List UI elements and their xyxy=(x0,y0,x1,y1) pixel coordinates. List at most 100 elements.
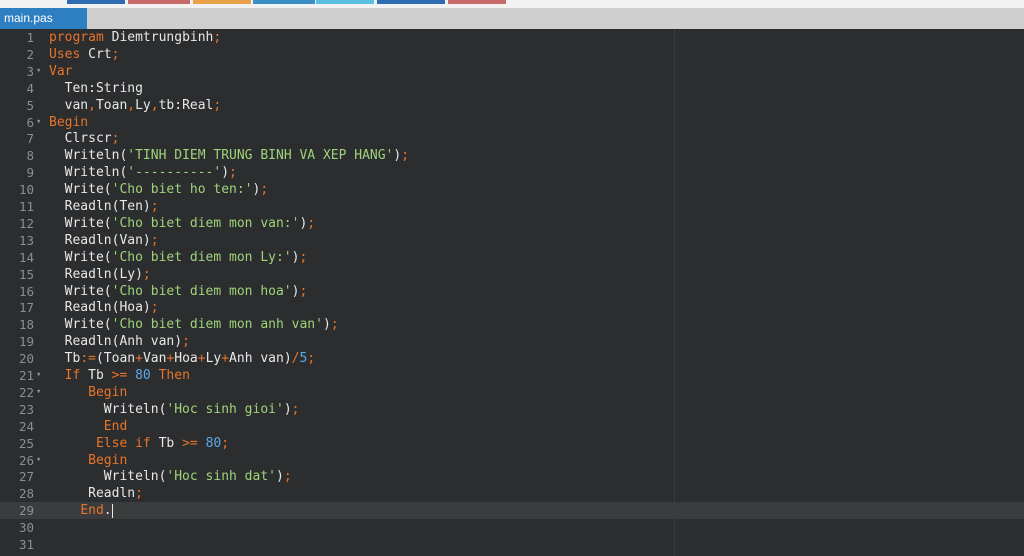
code-token: Begin xyxy=(88,384,128,400)
code-text: Writeln('Hoc sinh gioi'); xyxy=(49,401,300,418)
code-token: := xyxy=(80,351,96,367)
code-line[interactable]: 12 Write('Cho biet diem mon van:'); xyxy=(0,215,1024,232)
code-token: ; xyxy=(401,148,410,164)
code-line[interactable]: 10 Write('Cho biet ho ten:'); xyxy=(0,181,1024,198)
code-line[interactable]: 9 Writeln('----------'); xyxy=(0,164,1024,181)
line-number: 5 xyxy=(26,97,34,113)
code-line[interactable]: 20 Tb:=(Toan+Van+Hoa+Ly+Anh van)/5; xyxy=(0,350,1024,367)
code-line[interactable]: 31 xyxy=(0,536,1024,553)
code-token: Ly xyxy=(135,97,151,113)
code-line[interactable]: 30 xyxy=(0,519,1024,536)
code-token: Tb xyxy=(150,435,183,451)
line-number: 26 xyxy=(18,452,34,468)
code-line[interactable]: 28 Readln; xyxy=(0,485,1024,502)
code-token: 80 xyxy=(135,368,151,383)
code-line[interactable]: 15 Readln(Ly); xyxy=(0,266,1024,283)
code-line[interactable]: 3 ▾ Var xyxy=(0,63,1024,80)
code-token: program xyxy=(49,30,104,45)
code-line[interactable]: 8 Writeln('TINH DIEM TRUNG BINH VA XEP H… xyxy=(0,147,1024,164)
tab-main-pas[interactable]: main.pas xyxy=(0,8,87,29)
code-line[interactable]: 24 End xyxy=(0,418,1024,435)
code-token: Readln(Van) xyxy=(49,232,151,248)
code-line[interactable]: 25 Else if Tb >= 80; xyxy=(0,435,1024,452)
code-token: Diemtrungbinh xyxy=(103,30,214,45)
top-strip-segment xyxy=(253,0,315,4)
code-line[interactable]: 5 van,Toan,Ly,tb:Real; xyxy=(0,97,1024,114)
code-token: Writeln( xyxy=(49,469,167,485)
code-token: ; xyxy=(330,317,339,333)
code-token: 'Hoc sinh gioi' xyxy=(166,401,284,417)
code-token: Write( xyxy=(49,317,112,333)
code-line[interactable]: 1 program Diemtrungbinh; xyxy=(0,29,1024,46)
code-token: Toan xyxy=(95,97,128,113)
code-token: If xyxy=(64,368,81,383)
code-token: / xyxy=(291,351,300,367)
code-token: Ly xyxy=(205,351,222,367)
line-number: 2 xyxy=(26,46,34,62)
code-token: Tb xyxy=(80,368,112,383)
code-token: ; xyxy=(150,232,159,248)
code-line[interactable]: 11 Readln(Ten); xyxy=(0,198,1024,215)
code-editor[interactable]: 1 program Diemtrungbinh; 2 Uses Crt; 3 ▾ Var 4 … xyxy=(0,29,1024,556)
code-text: program Diemtrungbinh; xyxy=(49,29,221,46)
code-line[interactable]: 17 Readln(Hoa); xyxy=(0,299,1024,316)
code-line[interactable]: 19 Readln(Anh van); xyxy=(0,333,1024,350)
line-number: 16 xyxy=(18,283,34,299)
code-line[interactable]: 18 Write('Cho biet diem mon anh van'); xyxy=(0,316,1024,333)
code-line[interactable]: 2 Uses Crt; xyxy=(0,46,1024,63)
code-token: Uses xyxy=(49,46,81,62)
code-line[interactable]: 27 Writeln('Hoc sinh dat'); xyxy=(0,468,1024,485)
fold-toggle-icon[interactable]: ▾ xyxy=(36,114,44,131)
code-line[interactable]: 29 End. xyxy=(0,502,1024,520)
code-line[interactable]: 14 Write('Cho biet diem mon Ly:'); xyxy=(0,249,1024,266)
code-token: tb:Real xyxy=(158,97,214,113)
code-line[interactable]: 21 ▾ If Tb >= 80 Then xyxy=(0,367,1024,384)
line-number: 3 xyxy=(26,63,34,79)
fold-toggle-icon[interactable]: ▾ xyxy=(36,63,44,80)
line-number: 24 xyxy=(18,418,34,434)
fold-toggle-icon[interactable]: ▾ xyxy=(36,452,44,469)
top-strip-segment xyxy=(316,0,374,4)
code-token: van xyxy=(49,97,89,113)
code-token: ; xyxy=(283,469,292,485)
code-text: Readln(Hoa); xyxy=(49,299,159,316)
code-line[interactable]: 22 ▾ Begin xyxy=(0,384,1024,401)
code-line[interactable]: 6 ▾ Begin xyxy=(0,114,1024,131)
code-token: >= xyxy=(111,368,128,383)
code-text: Write('Cho biet diem mon anh van'); xyxy=(49,316,339,333)
code-token: ) xyxy=(283,401,292,417)
code-token: + xyxy=(197,351,206,367)
code-line[interactable]: 16 Write('Cho biet diem mon hoa'); xyxy=(0,283,1024,300)
top-strip-segment xyxy=(448,0,506,4)
code-token: 'Cho biet diem mon Ly:' xyxy=(111,249,292,265)
tab-bar: main.pas xyxy=(0,8,1024,29)
code-text: Else if Tb >= 80; xyxy=(49,435,229,452)
code-token: ; xyxy=(135,486,143,502)
code-token: Write( xyxy=(49,182,112,198)
line-number: 21 xyxy=(18,368,34,383)
code-line[interactable]: 4 Ten:String xyxy=(0,80,1024,97)
code-text: Write('Cho biet diem mon Ly:'); xyxy=(49,249,308,266)
fold-toggle-icon[interactable]: ▾ xyxy=(36,384,44,401)
code-token: ; xyxy=(142,266,151,282)
code-text: Tb:=(Toan+Van+Hoa+Ly+Anh van)/5; xyxy=(49,350,316,367)
code-token: ; xyxy=(291,401,300,417)
code-line[interactable]: 26 ▾ Begin xyxy=(0,452,1024,469)
code-line[interactable]: 7 Clrscr; xyxy=(0,130,1024,147)
code-token: ; xyxy=(213,97,222,113)
line-number: 28 xyxy=(18,486,34,502)
fold-toggle-icon[interactable]: ▾ xyxy=(36,367,44,384)
text-cursor xyxy=(111,503,113,518)
line-number: 1 xyxy=(26,30,34,45)
line-number: 14 xyxy=(18,249,34,265)
code-token: Writeln( xyxy=(49,148,128,164)
code-token: >= xyxy=(182,435,198,451)
code-token: 'Cho biet ho ten:' xyxy=(111,182,253,198)
code-line[interactable]: 13 Readln(Van); xyxy=(0,232,1024,249)
code-token: , xyxy=(150,97,159,113)
code-line[interactable]: 23 Writeln('Hoc sinh gioi'); xyxy=(0,401,1024,418)
top-strip-segment xyxy=(377,0,445,4)
